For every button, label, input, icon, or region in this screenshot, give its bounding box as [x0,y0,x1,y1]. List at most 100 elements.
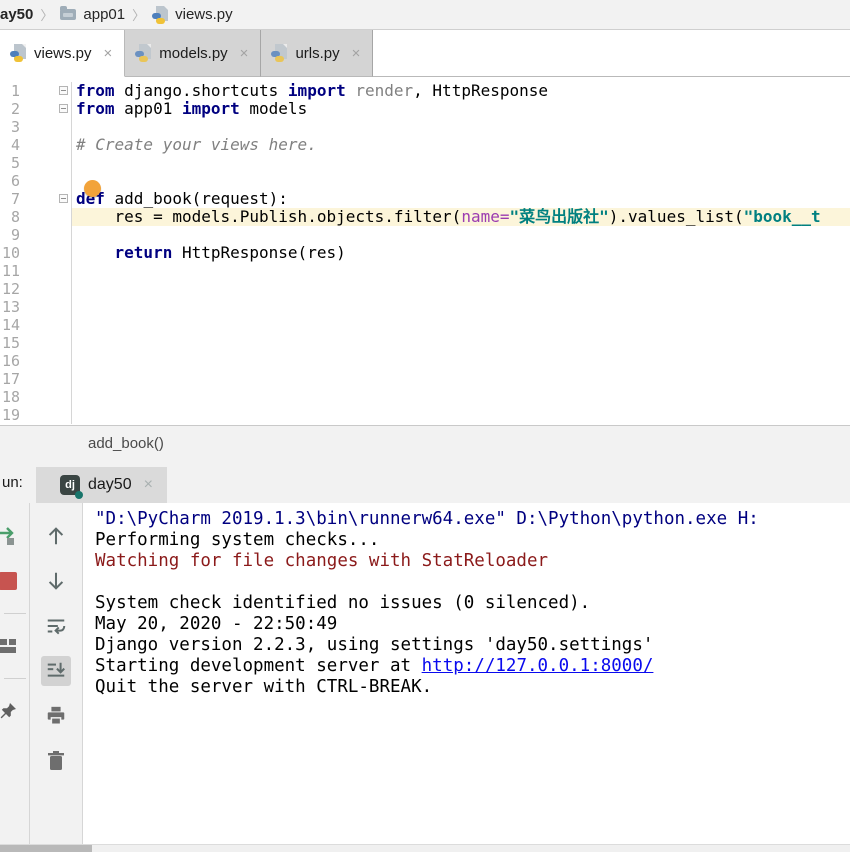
run-console-output[interactable]: "D:\PyCharm 2019.1.3\bin\runnerw64.exe" … [83,503,850,844]
fold-marker-icon[interactable] [59,86,68,95]
server-url-link[interactable]: http://127.0.0.1:8000/ [422,656,654,676]
toolbar-divider [4,678,26,679]
code-line-text [72,172,850,190]
code-line-text [72,262,850,280]
code-line-text: # Create your views here. [72,136,850,154]
breadcrumb-item-ay50[interactable]: ay50 [0,6,33,23]
rerun-button[interactable] [0,521,23,551]
gutter-fold-strip [20,406,72,424]
scrollbar-thumb[interactable] [0,845,92,852]
code-line: 10 return HttpResponse(res) [0,244,850,262]
gutter-fold-strip [20,316,72,334]
code-line-text: return HttpResponse(res) [72,244,850,262]
code-line: 19 [0,406,850,424]
code-line: 16 [0,352,850,370]
gutter-fold-strip [20,100,72,118]
clear-console-button[interactable] [41,746,71,776]
toolbar-divider [4,613,26,614]
console-text: "D:\PyCharm 2019.1.3\bin\runnerw64.exe" … [95,509,759,529]
code-line-text: res = models.Publish.objects.filter(name… [72,208,850,226]
breadcrumb-label: views.py [175,6,233,23]
run-toolbar-left [0,503,30,844]
gutter-fold-strip [20,154,72,172]
breadcrumb-method[interactable]: add_book() [88,435,164,452]
code-editor[interactable]: 1 from django.shortcuts import render, Ht… [0,77,850,425]
line-number: 5 [0,154,20,172]
gutter-fold-strip [20,226,72,244]
pycharm-window: ay50〉app01〉views.py views.py×models.py×u… [0,0,850,852]
intention-bulb-icon[interactable] [84,180,101,197]
down-stack-button[interactable] [41,566,71,596]
breadcrumb-item-app01[interactable]: app01 [60,6,125,24]
code-line: 4 # Create your views here. [0,136,850,154]
tab-urls.py[interactable]: urls.py × [261,30,373,77]
print-button[interactable] [41,701,71,731]
line-number: 6 [0,172,20,190]
tab-label: urls.py [295,45,339,62]
code-line-text [72,154,850,172]
console-text: Watching for file changes with StatReloa… [95,551,548,571]
console-line: Starting development server at http://12… [95,656,850,677]
gutter-fold-strip [20,370,72,388]
breadcrumb-label: ay50 [0,6,33,23]
line-number: 10 [0,244,20,262]
gutter-fold-strip [20,208,72,226]
scroll-to-end-button[interactable] [41,656,71,686]
code-line: 15 [0,334,850,352]
run-panel-header: un: dj day50 × [0,461,850,503]
fold-marker-icon[interactable] [59,104,68,113]
line-number: 4 [0,136,20,154]
gutter-fold-strip [20,280,72,298]
code-line-text [72,298,850,316]
console-line [95,572,850,593]
stop-button[interactable] [0,566,23,596]
django-status-dot [75,491,83,499]
tab-views.py[interactable]: views.py× [0,30,125,77]
close-icon[interactable]: × [144,476,153,494]
line-number: 12 [0,280,20,298]
code-line: 12 [0,280,850,298]
code-line: 6 [0,172,850,190]
code-line-text: from django.shortcuts import render, Htt… [72,82,850,100]
breadcrumb-item-views.py[interactable]: views.py [152,6,233,24]
pin-tab-button[interactable] [0,696,23,726]
gutter-fold-strip [20,190,72,208]
line-number: 16 [0,352,20,370]
gutter-fold-strip [20,136,72,154]
gutter-fold-strip [20,82,72,100]
gutter-fold-strip [20,334,72,352]
breadcrumb-label: app01 [83,6,125,23]
line-number: 15 [0,334,20,352]
line-number: 2 [0,100,20,118]
up-stack-button[interactable] [41,521,71,551]
line-number: 8 [0,208,20,226]
line-number: 1 [0,82,20,100]
tab-models.py[interactable]: models.py × [125,30,261,77]
soft-wrap-button[interactable] [41,611,71,641]
python-file-icon [271,44,289,62]
code-line: 9 [0,226,850,244]
console-text: System check identified no issues (0 sil… [95,593,590,613]
code-line: 1 from django.shortcuts import render, Ht… [0,82,850,100]
close-icon[interactable]: × [104,45,113,62]
console-line: Watching for file changes with StatReloa… [95,551,850,572]
code-line-text [72,334,850,352]
close-icon[interactable]: × [240,45,249,62]
run-tab-day50[interactable]: dj day50 × [36,467,167,503]
folder-icon [60,6,78,24]
code-line: 3 [0,118,850,136]
restore-layout-button[interactable] [0,631,23,661]
tab-label: models.py [159,45,227,62]
code-line-text [72,388,850,406]
code-line-text [72,316,850,334]
gutter-fold-strip [20,298,72,316]
code-line-text [72,226,850,244]
fold-marker-icon[interactable] [59,194,68,203]
console-line: "D:\PyCharm 2019.1.3\bin\runnerw64.exe" … [95,509,850,530]
code-line: 2from app01 import models [0,100,850,118]
close-icon[interactable]: × [352,45,361,62]
code-line-text [72,406,850,424]
run-panel-label: un: [0,474,36,491]
chevron-right-icon: 〉 [132,5,145,24]
line-number: 19 [0,406,20,424]
